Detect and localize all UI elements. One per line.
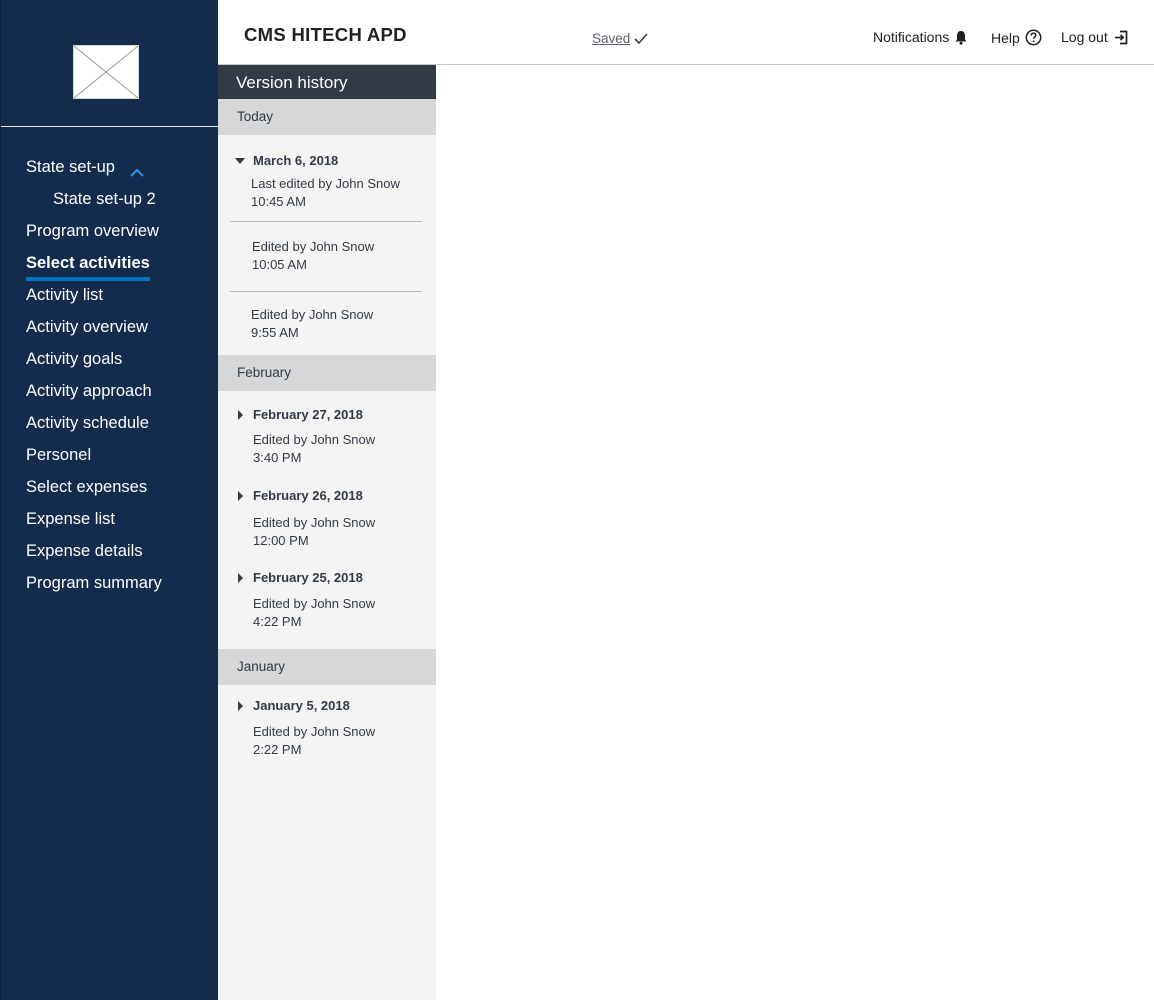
entry-time: 9:55 AM — [251, 325, 299, 340]
sidebar-item-activity-overview[interactable]: Activity overview — [1, 311, 219, 343]
entry-author: Edited by John Snow — [253, 596, 376, 611]
sidebar-item-label: Expense details — [26, 542, 143, 560]
sidebar-item-program-overview[interactable]: Program overview — [1, 215, 219, 247]
main-content-area — [436, 65, 1154, 1000]
checkmark-icon — [634, 32, 648, 44]
entry-author: Edited by John Snow — [253, 724, 376, 739]
entry-time: 3:40 PM — [253, 450, 302, 465]
sidebar-item-label: State set-up — [26, 158, 115, 176]
sidebar-item-label: Program summary — [26, 574, 162, 592]
version-history-title: Version history — [218, 65, 436, 99]
entry-time: 12:00 PM — [253, 533, 309, 548]
version-entry[interactable]: Edited by John Snow 3:40 PM — [218, 427, 436, 467]
entry-author: Edited by John Snow — [252, 239, 375, 254]
entry-author: Edited by John Snow — [253, 515, 376, 530]
sidebar-item-expense-details[interactable]: Expense details — [1, 535, 219, 567]
version-entry[interactable]: Edited by John Snow 10:05 AM — [218, 222, 436, 274]
version-entry[interactable]: Edited by John Snow 2:22 PM — [218, 718, 436, 759]
caret-right-icon — [238, 410, 243, 420]
date-label: January 5, 2018 — [253, 698, 350, 713]
sidebar-item-activity-goals[interactable]: Activity goals — [1, 343, 219, 375]
date-toggle-february-26[interactable]: February 26, 2018 — [218, 484, 436, 508]
top-header: CMS HITECH APD Saved Notifications Help … — [218, 0, 1154, 65]
version-entry[interactable]: Edited by John Snow 9:55 AM — [218, 292, 436, 342]
sidebar-item-label: Personel — [26, 446, 92, 464]
sidebar-item-label: Select activities — [26, 250, 150, 281]
date-toggle-february-27[interactable]: February 27, 2018 — [218, 403, 436, 427]
sidebar-item-label: Activity schedule — [26, 414, 149, 432]
sidebar-item-state-setup[interactable]: State set-up — [1, 151, 219, 183]
sidebar-item-state-setup-2[interactable]: State set-up 2 — [1, 183, 219, 215]
sidebar-item-activity-approach[interactable]: Activity approach — [1, 375, 219, 407]
entry-author: Edited by John Snow — [253, 432, 376, 447]
bell-icon — [955, 30, 967, 45]
sidebar-item-label: State set-up 2 — [53, 190, 156, 208]
sidebar-item-program-summary[interactable]: Program summary — [1, 567, 219, 599]
group-header-today: Today — [218, 99, 436, 135]
entry-time: 10:05 AM — [252, 257, 307, 272]
entry-time: 10:45 AM — [251, 194, 306, 209]
caret-right-icon — [238, 491, 243, 501]
version-entry[interactable]: Edited by John Snow 4:22 PM — [218, 590, 436, 631]
caret-right-icon — [238, 573, 243, 583]
entry-time: 4:22 PM — [253, 614, 302, 629]
app-title: CMS HITECH APD — [244, 24, 407, 45]
logout-link[interactable]: Log out — [1061, 29, 1129, 45]
group-header-january: January — [218, 649, 436, 685]
entry-author: Last edited by John Snow — [251, 176, 400, 191]
logo-area — [1, 0, 218, 127]
group-header-february: February — [218, 355, 436, 391]
sidebar-item-label: Activity approach — [26, 382, 152, 400]
sidebar-nav: State set-up State set-up 2 Program over… — [1, 151, 219, 599]
saved-status-link[interactable]: Saved — [592, 31, 648, 46]
caret-right-icon — [238, 701, 243, 711]
sidebar-item-label: Program overview — [26, 222, 159, 240]
sidebar-item-label: Activity overview — [26, 318, 148, 336]
logout-icon — [1114, 30, 1128, 44]
logo-placeholder-icon[interactable] — [73, 45, 139, 99]
saved-label: Saved — [592, 31, 631, 46]
sidebar-item-activity-schedule[interactable]: Activity schedule — [1, 407, 219, 439]
date-toggle-march-6[interactable]: March 6, 2018 — [218, 149, 436, 173]
caret-down-icon — [235, 158, 245, 164]
entry-author: Edited by John Snow — [251, 307, 374, 322]
version-entry[interactable]: Edited by John Snow 12:00 PM — [218, 508, 436, 550]
sidebar-item-select-activities[interactable]: Select activities — [1, 247, 219, 281]
sidebar-item-label: Expense list — [26, 510, 115, 528]
date-label: February 26, 2018 — [253, 488, 363, 503]
sidebar-item-expense-list[interactable]: Expense list — [1, 503, 219, 535]
sidebar-item-label: Activity goals — [26, 350, 123, 368]
sidebar-item-select-expenses[interactable]: Select expenses — [1, 471, 219, 503]
date-label: March 6, 2018 — [253, 153, 339, 168]
question-circle-icon — [1025, 29, 1042, 46]
sidebar: State set-up State set-up 2 Program over… — [0, 0, 218, 1000]
date-label: February 27, 2018 — [253, 407, 363, 422]
chevron-up-icon[interactable] — [128, 159, 146, 177]
help-link[interactable]: Help — [991, 29, 1042, 46]
entry-time: 2:22 PM — [253, 742, 302, 757]
date-toggle-february-25[interactable]: February 25, 2018 — [218, 566, 436, 590]
logout-label: Log out — [1061, 29, 1108, 45]
date-toggle-january-5[interactable]: January 5, 2018 — [218, 694, 436, 718]
help-label: Help — [991, 29, 1020, 46]
notifications-link[interactable]: Notifications — [873, 29, 968, 45]
version-history-panel: Version history Today March 6, 2018 Last… — [218, 65, 436, 1000]
date-label: February 25, 2018 — [253, 570, 363, 585]
sidebar-item-activity-list[interactable]: Activity list — [1, 279, 219, 311]
sidebar-item-personel[interactable]: Personel — [1, 439, 219, 471]
sidebar-item-label: Select expenses — [26, 478, 148, 496]
sidebar-item-label: Activity list — [26, 286, 104, 304]
version-entry[interactable]: Last edited by John Snow 10:45 AM — [218, 173, 436, 211]
notifications-label: Notifications — [873, 29, 950, 45]
